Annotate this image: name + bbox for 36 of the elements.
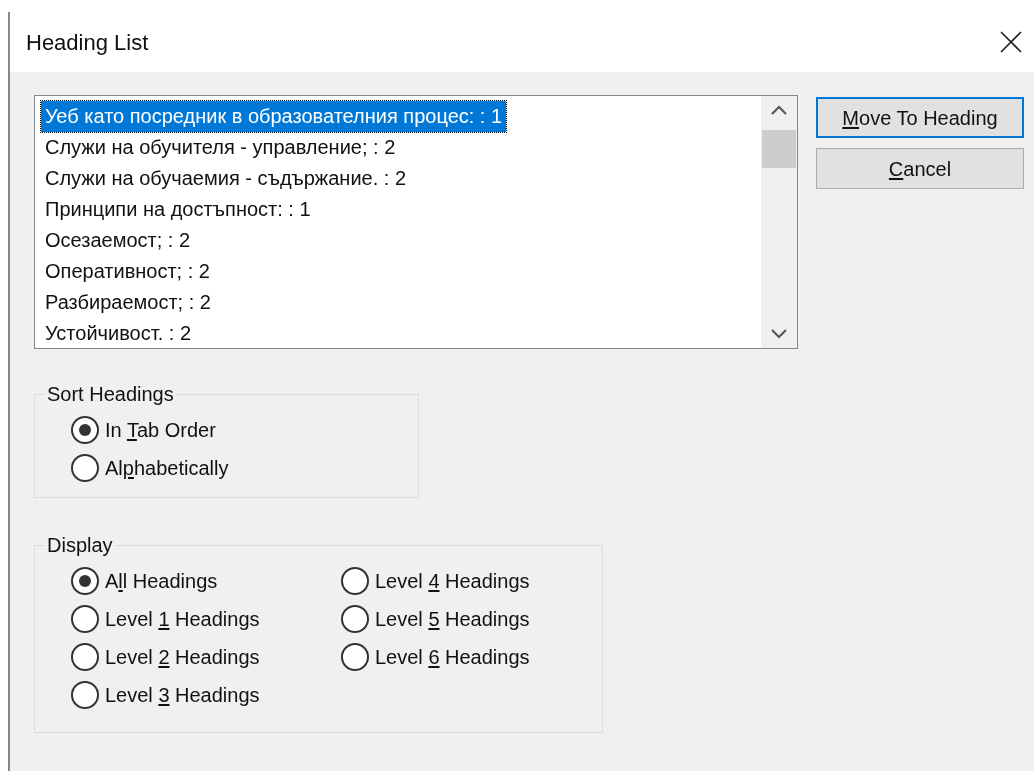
radio-label[interactable]: Level 4 Headings	[375, 566, 530, 596]
radio-label[interactable]: Level 6 Headings	[375, 642, 530, 672]
heading-item[interactable]: Служи на обучаемия - съдържание. : 2	[41, 162, 411, 194]
heading-item[interactable]: Уеб като посредник в образователния процес: : 1	[41, 101, 507, 132]
scroll-up-icon[interactable]	[770, 104, 788, 116]
radio-label[interactable]: Level 3 Headings	[105, 680, 260, 710]
heading-item[interactable]: Служи на обучителя - управление; : 2	[41, 131, 400, 163]
radio-label[interactable]: Level 1 Headings	[105, 604, 260, 634]
radio-button[interactable]	[341, 643, 369, 671]
group-title: Display	[46, 533, 114, 558]
dialog-button[interactable]: Move To Heading	[816, 97, 1024, 138]
radio-label[interactable]: Level 5 Headings	[375, 604, 530, 634]
heading-item[interactable]: Устойчивост. : 2	[41, 317, 195, 348]
radio-button[interactable]	[71, 681, 99, 709]
scroll-down-icon[interactable]	[770, 328, 788, 340]
radio-button[interactable]	[71, 605, 99, 633]
heading-item[interactable]: Разбираемост; : 2	[41, 286, 215, 318]
heading-item[interactable]: Оперативност; : 2	[41, 255, 214, 287]
scrollbar[interactable]	[761, 96, 797, 348]
radio-label[interactable]: Level 2 Headings	[105, 642, 260, 672]
radio-button[interactable]	[71, 416, 99, 444]
scroll-thumb[interactable]	[762, 130, 796, 168]
radio-button[interactable]	[71, 567, 99, 595]
dialog-button[interactable]: Cancel	[816, 148, 1024, 189]
group-title: Sort Headings	[46, 382, 175, 407]
window-title: Heading List	[26, 28, 149, 57]
close-icon[interactable]	[1000, 31, 1022, 53]
radio-button[interactable]	[341, 567, 369, 595]
radio-button[interactable]	[71, 643, 99, 671]
radio-label[interactable]: All Headings	[105, 566, 218, 596]
heading-item[interactable]: Принципи на достъпност: : 1	[41, 193, 315, 225]
radio-label[interactable]: Alphabetically	[105, 453, 229, 483]
radio-label[interactable]: In Tab Order	[105, 415, 216, 445]
heading-item[interactable]: Осезаемост; : 2	[41, 224, 195, 256]
radio-button[interactable]	[341, 605, 369, 633]
radio-button[interactable]	[71, 454, 99, 482]
